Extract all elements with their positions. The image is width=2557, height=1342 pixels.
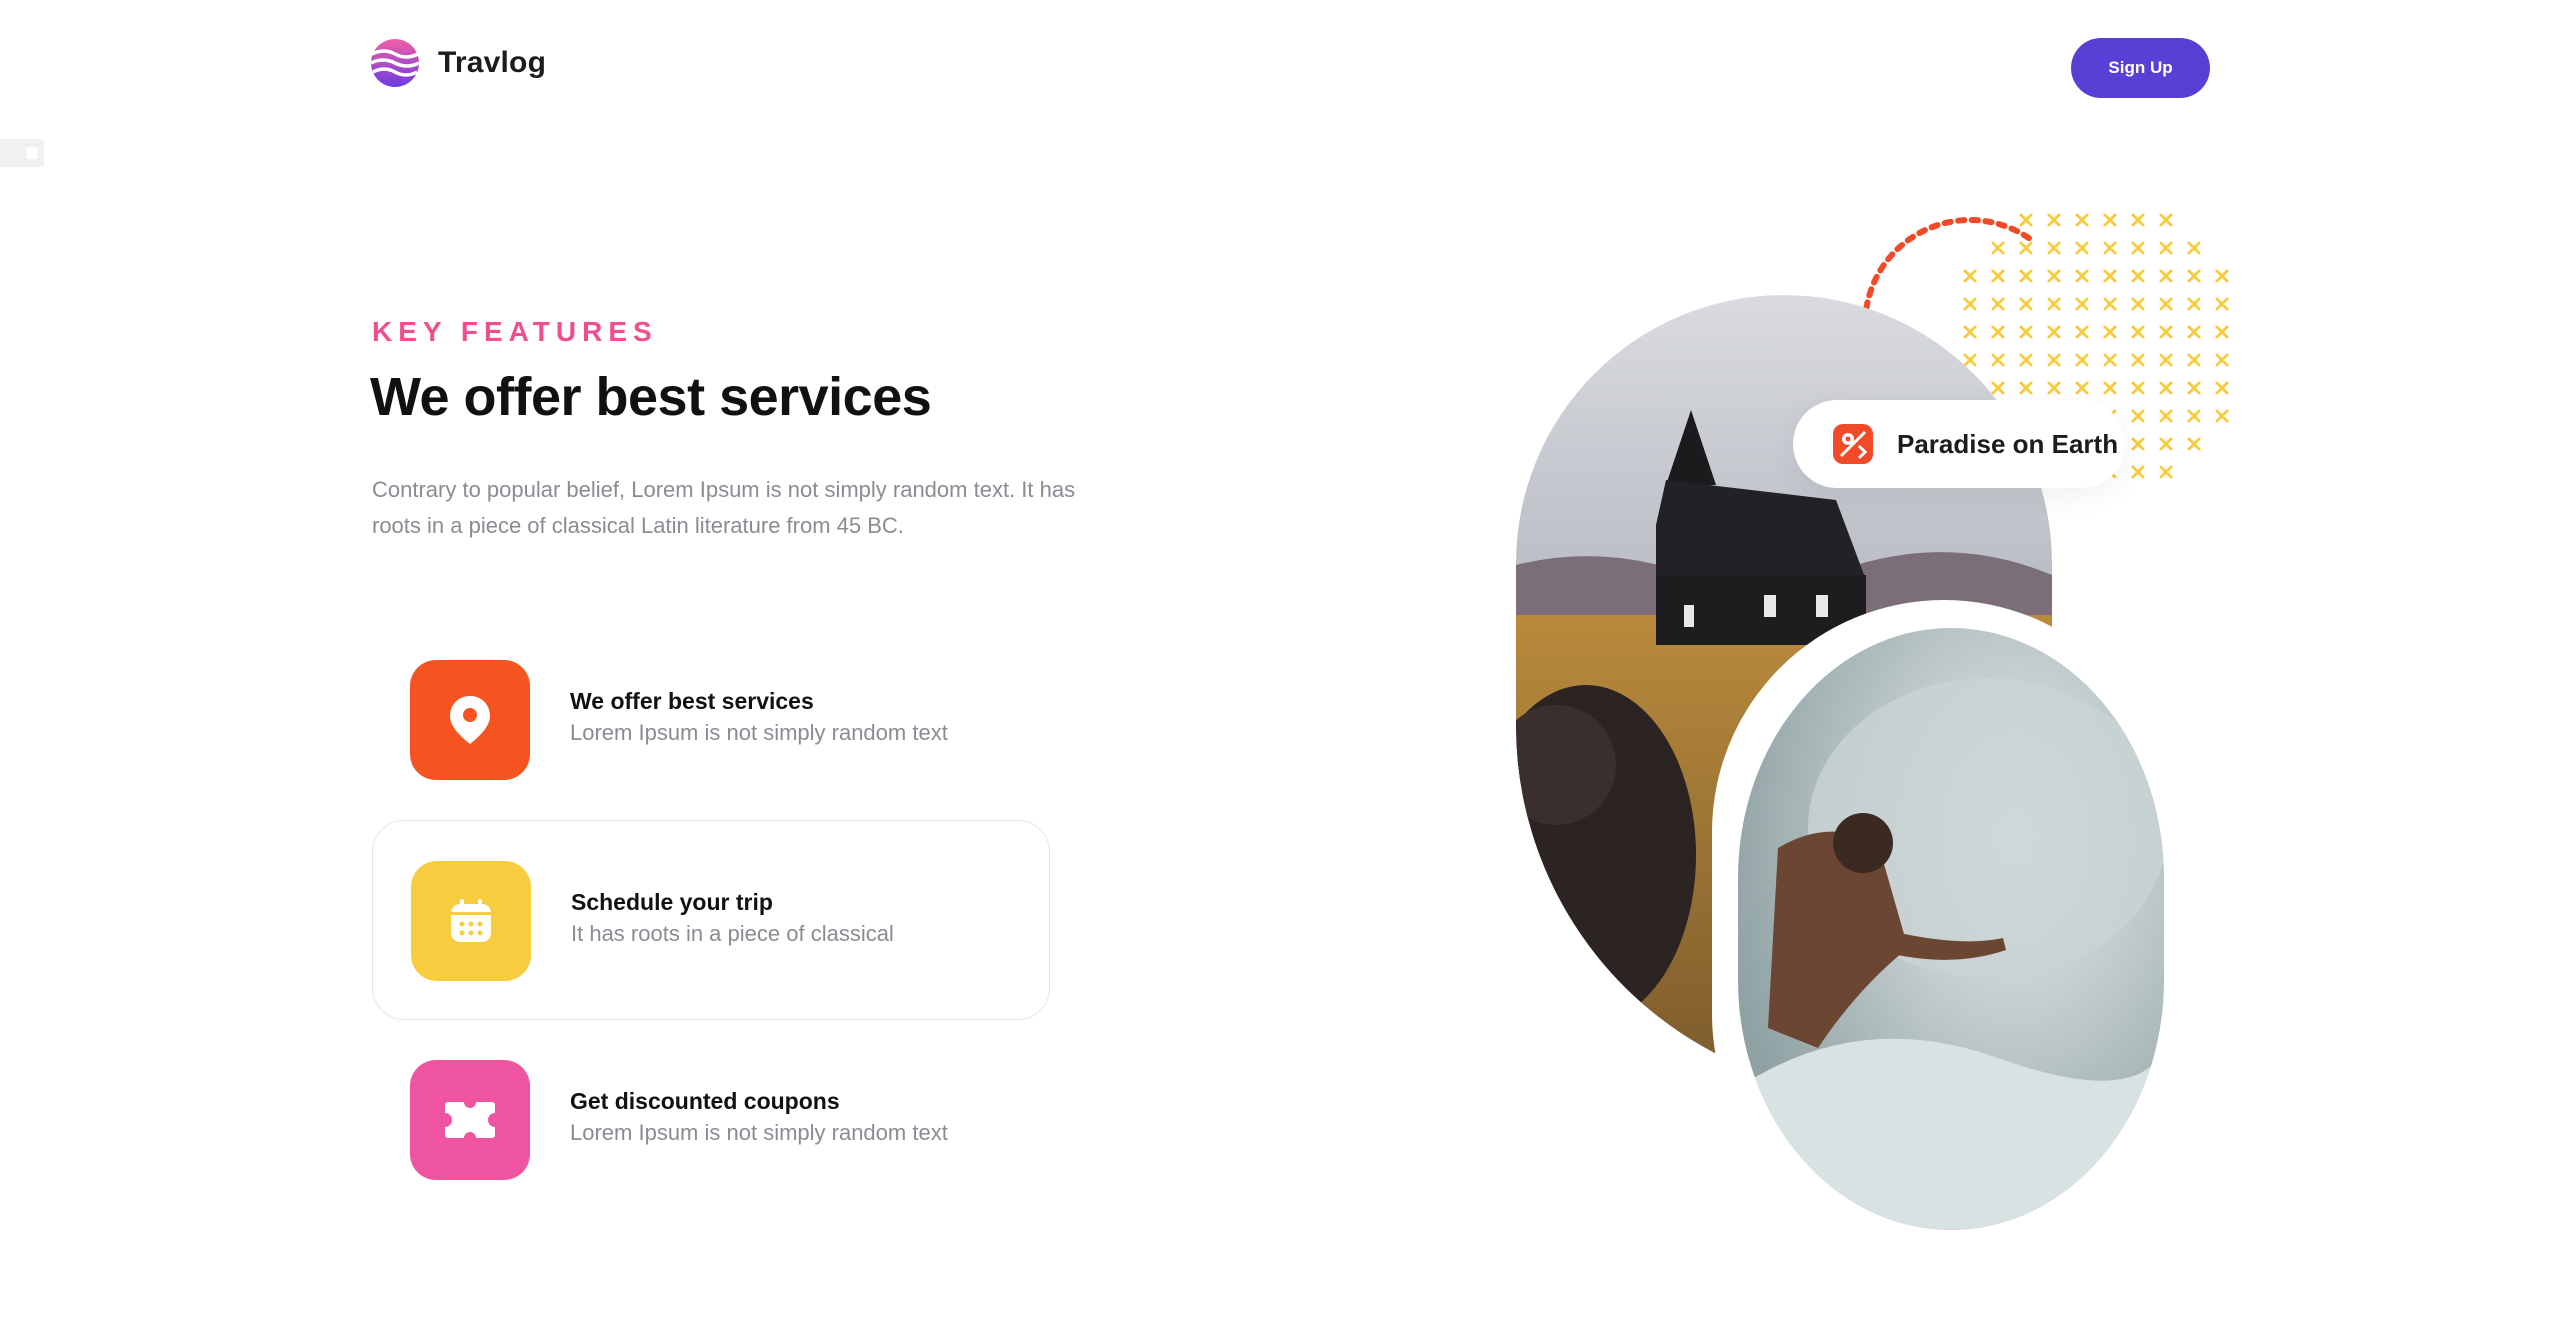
feature-icon-box <box>411 861 531 981</box>
destination-badge[interactable]: Paradise on Earth <box>1793 400 2125 488</box>
badge-label: Paradise on Earth <box>1897 428 2119 459</box>
feature-description: It has roots in a piece of classical <box>571 921 894 946</box>
sign-up-button[interactable]: Sign Up <box>2071 38 2210 98</box>
feature-description: Lorem Ipsum is not simply random text <box>570 1120 948 1145</box>
feature-description: Lorem Ipsum is not simply random text <box>570 720 948 745</box>
feature-icon-box <box>410 660 530 780</box>
feature-title: Get discounted coupons <box>570 1088 840 1114</box>
brand-name: Travlog <box>438 46 547 79</box>
feature-card-schedule[interactable]: Schedule your trip It has roots in a pie… <box>372 820 1050 1020</box>
feature-card-coupons[interactable]: Get discounted coupons Lorem Ipsum is no… <box>372 1020 1050 1220</box>
map-pin-tag-icon <box>1833 424 1873 464</box>
section-eyebrow: KEY FEATURES <box>372 316 658 347</box>
feature-title: Schedule your trip <box>571 889 773 915</box>
calendar-icon <box>451 899 491 942</box>
feature-icon-box <box>410 1060 530 1180</box>
location-pin-icon <box>450 696 490 744</box>
logo-icon <box>370 39 420 87</box>
section-intro: Contrary to popular belief, Lorem Ipsum … <box>372 477 1076 538</box>
brand-logo[interactable]: Travlog <box>370 38 546 88</box>
feature-card-services[interactable]: We offer best services Lorem Ipsum is no… <box>372 620 1050 820</box>
surfer-image <box>1738 628 2164 1230</box>
side-toggle-tab[interactable] <box>0 139 44 167</box>
feature-title: We offer best services <box>570 688 814 714</box>
section-title: We offer best services <box>370 367 932 427</box>
ticket-icon <box>445 1102 495 1138</box>
